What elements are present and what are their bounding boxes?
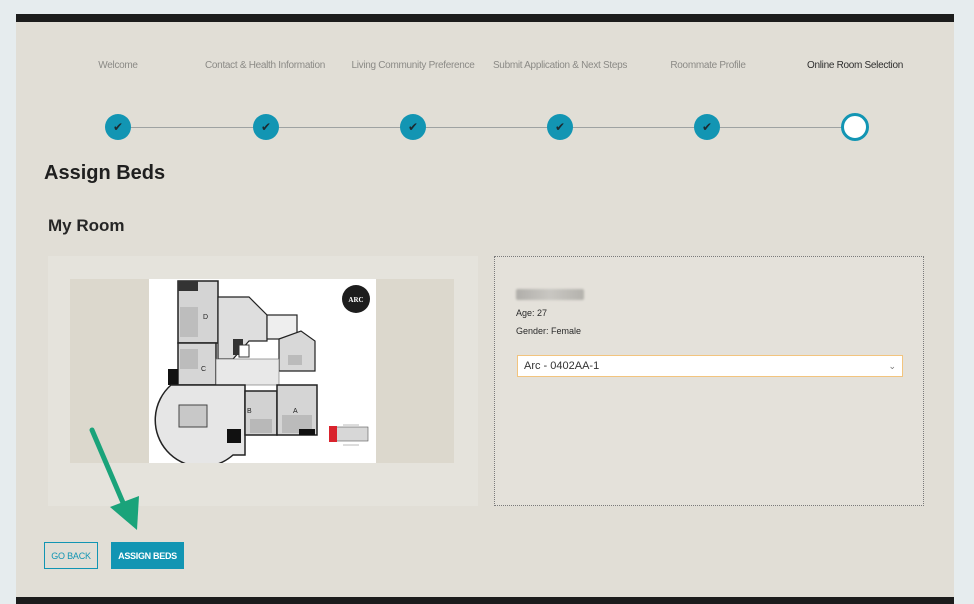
bed-select-value: Arc - 0402AA-1 <box>524 360 600 372</box>
arc-logo-icon: ARC <box>348 296 363 304</box>
room-label-b: B <box>247 408 252 415</box>
room-label-a: A <box>293 408 298 415</box>
step-check-icon: ✔ <box>400 114 426 140</box>
step-label-welcome: Welcome <box>98 60 138 71</box>
resident-age: Age: 27 <box>516 308 548 318</box>
resident-gender: Gender: Female <box>516 326 582 336</box>
step-check-icon: ✔ <box>547 114 573 140</box>
step-label-roommate-profile: Roommate Profile <box>670 60 746 71</box>
bottom-bar <box>16 597 954 604</box>
room-label-d: D <box>203 314 208 321</box>
step-check-icon: ✔ <box>105 114 131 140</box>
floorplan-drawing: D C B A ARC <box>154 280 370 468</box>
step-label-contact-health: Contact & Health Information <box>205 60 325 71</box>
step-check-icon: ✔ <box>694 114 720 140</box>
step-check-icon: ✔ <box>253 114 279 140</box>
floorplan-image: D C B A ARC <box>149 279 376 468</box>
assign-beds-button[interactable]: ASSIGN BEDS <box>111 542 184 569</box>
step-label-living-community: Living Community Preference <box>351 60 475 71</box>
step-current-indicator <box>841 113 869 141</box>
bed-select-dropdown[interactable]: Arc - 0402AA-1 ⌄ <box>517 355 903 377</box>
top-bar <box>16 14 954 22</box>
progress-line <box>118 127 856 128</box>
step-label-online-room-selection: Online Room Selection <box>807 60 903 71</box>
step-label-submit-application: Submit Application & Next Steps <box>492 60 628 71</box>
section-title: My Room <box>48 216 125 235</box>
go-back-button[interactable]: GO BACK <box>44 542 98 569</box>
page-title: Assign Beds <box>44 162 166 184</box>
room-label-c: C <box>201 366 206 373</box>
resident-name-redacted <box>516 289 584 300</box>
chevron-down-icon: ⌄ <box>888 360 896 371</box>
